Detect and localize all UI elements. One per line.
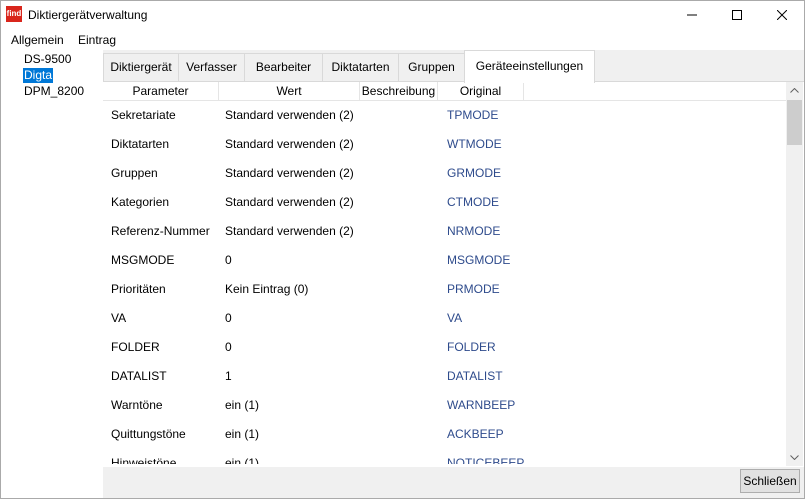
chevron-up-icon <box>790 88 799 93</box>
tab-bearbeiter[interactable]: Bearbeiter <box>244 53 323 82</box>
tab-gruppen[interactable]: Gruppen <box>398 53 465 82</box>
tree-item-ds-9500[interactable]: DS-9500 <box>23 52 72 67</box>
cell-parameter: DATALIST <box>111 369 167 383</box>
window-title: Diktiergerätverwaltung <box>28 8 148 22</box>
column-header-original[interactable]: Original <box>438 82 524 101</box>
minimize-button[interactable] <box>669 1 714 29</box>
cell-wert: 0 <box>225 340 232 354</box>
table-row[interactable]: DATALIST 1 DATALIST <box>103 362 786 391</box>
cell-wert: ein (1) <box>225 427 260 441</box>
cell-original: VA <box>447 311 463 325</box>
table-row[interactable]: Referenz-Nummer Standard verwenden (2) NRM… <box>103 217 786 246</box>
menu-eintrag[interactable]: Eintrag <box>78 33 116 47</box>
cell-original: MSGMODE <box>447 253 511 267</box>
settings-grid-container: Parameter Wert Beschreibung Original Sek… <box>103 81 804 467</box>
cell-parameter: Prioritäten <box>111 282 166 296</box>
close-window-button[interactable] <box>759 1 804 29</box>
cell-wert: ein (1) <box>225 456 260 464</box>
column-header-wert[interactable]: Wert <box>219 82 360 101</box>
tab-verfasser[interactable]: Verfasser <box>178 53 245 82</box>
cell-parameter: Quittungstöne <box>111 427 186 441</box>
cell-parameter: Referenz-Nummer <box>111 224 210 238</box>
cell-wert: Standard verwenden (2) <box>225 224 354 238</box>
table-row[interactable]: FOLDER 0 FOLDER <box>103 333 786 362</box>
close-icon <box>776 10 787 20</box>
cell-wert: 0 <box>225 311 232 325</box>
cell-original: WARNBEEP <box>447 398 516 412</box>
table-row[interactable]: Prioritäten Kein Eintrag (0) PRMODE <box>103 275 786 304</box>
close-button[interactable]: Schließen <box>740 469 800 493</box>
table-row[interactable]: MSGMODE 0 MSGMODE <box>103 246 786 275</box>
scroll-thumb[interactable] <box>787 100 802 145</box>
table-row[interactable]: Hinweistöne ein (1) NOTICEBEEP <box>103 449 786 464</box>
detail-panel: Diktiergerät Verfasser Bearbeiter Diktat… <box>103 50 804 498</box>
column-header-parameter[interactable]: Parameter <box>103 82 219 101</box>
cell-original: DATALIST <box>447 369 503 383</box>
cell-wert: Standard verwenden (2) <box>225 195 354 209</box>
cell-original: FOLDER <box>447 340 496 354</box>
scroll-up-button[interactable] <box>786 82 803 99</box>
cell-original: NOTICEBEEP <box>447 456 525 464</box>
cell-parameter: Kategorien <box>111 195 170 209</box>
tab-diktatarten[interactable]: Diktatarten <box>322 53 399 82</box>
cell-parameter: MSGMODE <box>111 253 175 267</box>
table-row[interactable]: Kategorien Standard verwenden (2) CTMODE <box>103 188 786 217</box>
cell-original: ACKBEEP <box>447 427 504 441</box>
device-tree: DS-9500 Digta DPM_8200 <box>1 50 103 498</box>
main-window: find Diktiergerätverwaltung Allgemein Ei… <box>0 0 805 499</box>
cell-original: CTMODE <box>447 195 499 209</box>
cell-original: PRMODE <box>447 282 500 296</box>
title-bar[interactable]: find Diktiergerätverwaltung <box>1 1 804 29</box>
tab-geraeteeinstellungen[interactable]: Geräteeinstellungen <box>464 50 595 83</box>
tree-item-dpm-8200[interactable]: DPM_8200 <box>23 84 85 99</box>
tab-bar: Diktiergerät Verfasser Bearbeiter Diktat… <box>103 50 804 83</box>
scroll-down-button[interactable] <box>786 449 803 466</box>
cell-parameter: FOLDER <box>111 340 160 354</box>
cell-wert: Kein Eintrag (0) <box>225 282 309 296</box>
tab-diktiergeraet[interactable]: Diktiergerät <box>103 53 179 82</box>
maximize-button[interactable] <box>714 1 759 29</box>
table-row[interactable]: Warntöne ein (1) WARNBEEP <box>103 391 786 420</box>
grid-body: Sekretariate Standard verwenden (2) TPMODE… <box>103 101 786 464</box>
table-row[interactable]: Quittungstöne ein (1) ACKBEEP <box>103 420 786 449</box>
cell-wert: Standard verwenden (2) <box>225 166 354 180</box>
column-header-beschreibung[interactable]: Beschreibung <box>360 82 438 101</box>
minimize-icon <box>686 14 697 16</box>
cell-wert: Standard verwenden (2) <box>225 108 354 122</box>
cell-wert: 1 <box>225 369 232 383</box>
menu-allgemein[interactable]: Allgemein <box>11 33 64 47</box>
vertical-scrollbar[interactable] <box>786 82 803 466</box>
grid-header: Parameter Wert Beschreibung Original <box>103 82 786 101</box>
cell-parameter: Hinweistöne <box>111 456 177 464</box>
cell-parameter: VA <box>111 311 127 325</box>
cell-original: NRMODE <box>447 224 501 238</box>
cell-parameter: Diktatarten <box>111 137 170 151</box>
tree-item-digta[interactable]: Digta <box>23 68 54 83</box>
maximize-icon <box>731 10 742 20</box>
cell-parameter: Sekretariate <box>111 108 176 122</box>
cell-original: GRMODE <box>447 166 501 180</box>
cell-original: WTMODE <box>447 137 502 151</box>
table-row[interactable]: VA 0 VA <box>103 304 786 333</box>
cell-parameter: Warntöne <box>111 398 163 412</box>
cell-wert: Standard verwenden (2) <box>225 137 354 151</box>
app-logo-icon: find <box>6 6 22 22</box>
cell-parameter: Gruppen <box>111 166 158 180</box>
cell-wert: 0 <box>225 253 232 267</box>
table-row[interactable]: Sekretariate Standard verwenden (2) TPMODE <box>103 101 786 130</box>
table-row[interactable]: Diktatarten Standard verwenden (2) WTMODE <box>103 130 786 159</box>
chevron-down-icon <box>790 455 799 460</box>
table-row[interactable]: Gruppen Standard verwenden (2) GRMODE <box>103 159 786 188</box>
cell-original: TPMODE <box>447 108 499 122</box>
menu-bar: Allgemein Eintrag <box>1 30 804 50</box>
cell-wert: ein (1) <box>225 398 260 412</box>
